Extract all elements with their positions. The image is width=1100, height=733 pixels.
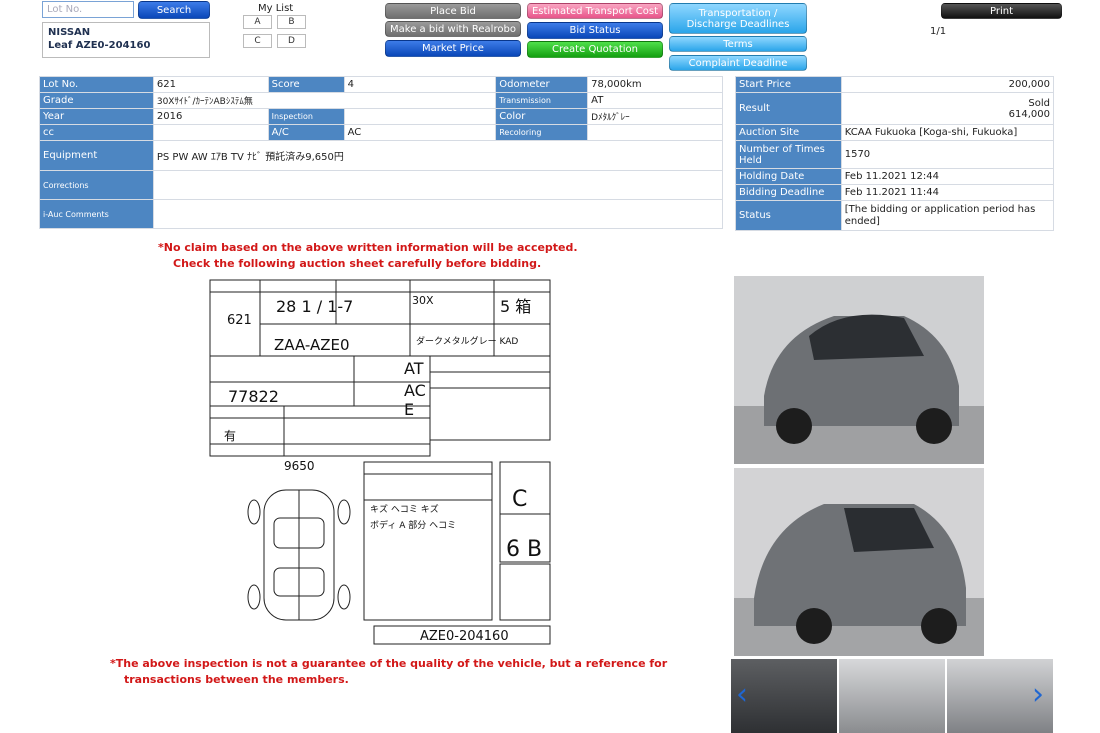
sheet-chassis: AZE0-204160 [420,629,509,644]
iauc-comments-label: i-Auc Comments [39,199,154,229]
bidding-deadline-label: Bidding Deadline [735,184,842,201]
sheet-color: ダークメタルグレー KAD [416,335,518,347]
sheet-mileage: 77822 [228,387,279,406]
thumbnail-front[interactable] [839,659,945,733]
corrections-label: Corrections [39,170,154,200]
lot-no-value: 621 [152,76,269,93]
status-value: [The bidding or application period has e… [840,200,1055,231]
guarantee-note-line1: *The above inspection is not a guarantee… [110,657,668,670]
iauc-comments-value [152,199,724,229]
start-price-value: 200,000 [840,76,1055,93]
result-price: 614,000 [1008,108,1050,120]
result-label: Result [735,92,842,125]
mylist-a-button[interactable]: A [243,15,272,29]
sheet-repair: 有 [224,429,236,443]
sheet-comment1: キズ ヘコミ キズ [370,503,439,515]
sheet-grade: 30X [412,294,434,307]
lot-no-label: Lot No. [39,76,154,93]
vehicle-details-table: Lot No. 621 Score 4 Odometer 78,000km Gr… [39,76,724,229]
color-value: Dﾒﾀﾙｸﾞﾚｰ [587,108,723,125]
sheet-shift: AT [404,359,424,378]
mylist-c-button[interactable]: C [243,34,272,48]
year-label: Year [39,108,154,125]
transportation-deadlines-button[interactable]: Transportation / Discharge Deadlines [669,3,807,34]
odometer-label: Odometer [495,76,589,93]
auction-info-table: Start Price 200,000 Result Sold 614,000 … [735,76,1055,231]
mylist-b-button[interactable]: B [277,15,306,29]
sheet-eval-interior: 6 B [506,537,542,562]
sheet-recycle: 9650 [284,459,315,473]
cc-label: cc [39,124,154,141]
search-button[interactable]: Search [138,1,210,19]
transmission-label: Transmission [495,92,589,109]
transmission-value: AT [587,92,723,109]
ac-label: A/C [267,124,345,141]
auction-sheet-image[interactable]: 621 28 1 / 1-7 30X 5 箱 ZAA-AZE0 ダークメタルグレ… [194,272,574,652]
grade-value: 30Xｻｲﾄﾞ/ｶｰﾃﾝABｼｽﾃﾑ無 [152,92,497,109]
inspection-label: Inspection [267,108,345,125]
start-price-label: Start Price [735,76,842,93]
score-label: Score [267,76,345,93]
ac-value: AC [343,124,497,141]
print-button[interactable]: Print [941,3,1062,19]
holding-date-value: Feb 11.2021 12:44 [840,168,1055,185]
times-held-label: Number of Times Held [735,140,842,169]
pagination: 1/1 [930,26,947,37]
inspection-value [343,108,497,125]
sheet-year: 28 1 / 1-7 [276,297,353,316]
mylist-d-button[interactable]: D [277,34,306,48]
corrections-value [152,170,724,200]
status-label: Status [735,200,842,231]
transport-cost-button[interactable]: Estimated Transport Cost [527,3,663,19]
cc-value [152,124,269,141]
terms-button[interactable]: Terms [669,36,807,52]
sheet-comment2: ボディ A 部分 ヘコミ [370,519,456,531]
recoloring-label: Recoloring [495,124,589,141]
complaint-deadline-button[interactable]: Complaint Deadline [669,55,807,71]
disclaimer-line1: *No claim based on the above written inf… [158,241,578,254]
place-bid-button[interactable]: Place Bid [385,3,521,19]
sheet-fuel: E [404,400,414,419]
odometer-value: 78,000km [587,76,723,93]
bidding-deadline-value: Feb 11.2021 11:44 [840,184,1055,201]
market-price-button[interactable]: Market Price [385,40,521,57]
equipment-label: Equipment [39,140,154,171]
car-make: NISSAN [48,27,91,38]
mylist-title: My List [258,3,294,14]
year-value: 2016 [152,108,269,125]
score-value: 4 [343,76,497,93]
result-value: Sold 614,000 [840,92,1055,125]
disclaimer-line2: Check the following auction sheet carefu… [173,257,542,270]
holding-date-label: Holding Date [735,168,842,185]
chevron-right-icon[interactable]: › [1032,680,1044,710]
sheet-lot: 621 [227,313,252,328]
result-status: Sold [1028,97,1050,109]
car-title-box: NISSAN Leaf AZE0-204160 [42,22,210,58]
recoloring-value [587,124,723,141]
bid-status-button[interactable]: Bid Status [527,22,663,39]
sheet-ac: AC [404,381,426,400]
create-quotation-button[interactable]: Create Quotation [527,41,663,58]
sheet-model-code: ZAA-AZE0 [274,336,350,354]
car-photo-rear[interactable] [734,468,984,656]
car-photo-front[interactable] [734,276,984,464]
times-held-value: 1570 [840,140,1055,169]
auction-site-value: KCAA Fukuoka [Koga-shi, Fukuoka] [840,124,1055,141]
sheet-eval-exterior: C [512,487,527,512]
realrobo-bid-button[interactable]: Make a bid with Realrobo [385,21,521,37]
lot-number-input[interactable] [42,1,134,18]
guarantee-note-line2: transactions between the members. [124,673,349,686]
sheet-score: 5 箱 [500,297,531,316]
grade-label: Grade [39,92,154,109]
color-label: Color [495,108,589,125]
equipment-value: PS PW AW ｴｱB TV ﾅﾋﾞ 預託済み9,650円 [152,140,724,171]
car-model: Leaf AZE0-204160 [48,40,151,51]
chevron-left-icon[interactable]: ‹ [736,680,748,710]
auction-site-label: Auction Site [735,124,842,141]
